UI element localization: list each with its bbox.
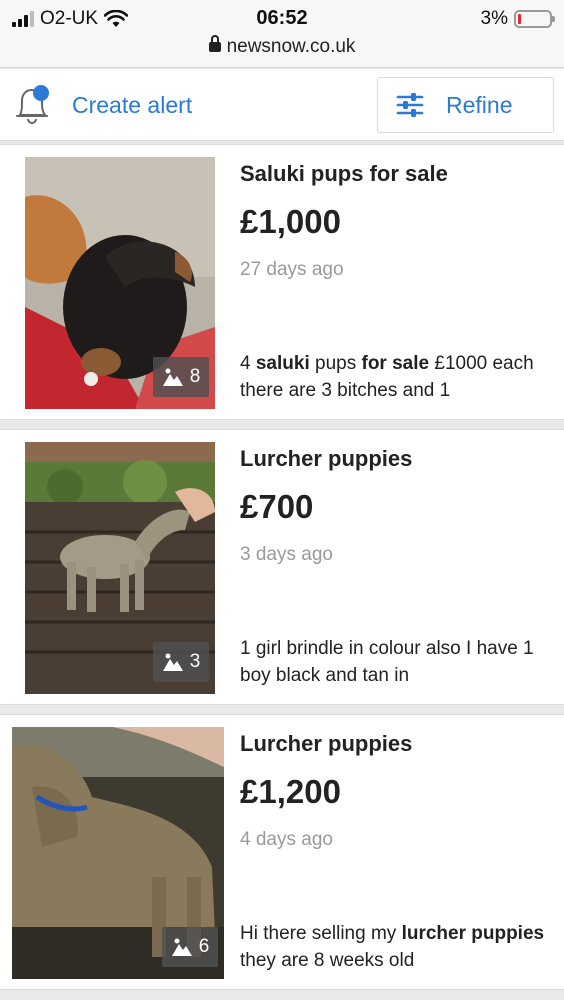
description-text: pups <box>309 353 362 374</box>
listing-description: 4 saluki pups for sale £1000 each there … <box>240 350 550 404</box>
results-toolbar: Create alert Refine <box>0 69 564 141</box>
highlighted-keyword: for sale <box>361 353 430 374</box>
address-bar[interactable]: newsnow.co.uk <box>0 35 564 58</box>
listing-photo[interactable]: 3 <box>25 442 215 694</box>
photo-count: 3 <box>189 651 201 672</box>
highlighted-keyword: lurcher puppies <box>401 923 545 944</box>
listing-description: 1 girl brindle in colour also I have 1 b… <box>240 635 550 689</box>
photo-count-badge: 3 <box>153 642 209 682</box>
description-text: Hi there selling my <box>240 923 402 944</box>
battery-icon <box>514 10 555 28</box>
image-icon <box>162 653 183 671</box>
create-alert-label: Create alert <box>72 91 193 118</box>
description-text: 4 <box>240 353 256 374</box>
clock: 06:52 <box>256 7 308 29</box>
bell-icon <box>16 85 49 124</box>
image-icon <box>171 938 192 956</box>
battery-percent: 3% <box>480 8 508 29</box>
listing-title[interactable]: Lurcher puppies <box>240 731 412 757</box>
url-text: newsnow.co.uk <box>226 36 356 57</box>
description-text: 1 girl brindle in colour also I have 1 b… <box>240 638 534 686</box>
highlighted-keyword: saluki <box>255 353 310 374</box>
lock-icon <box>208 35 221 52</box>
listing-price: £1,200 <box>240 773 341 810</box>
photo-count: 6 <box>198 936 210 957</box>
listing-card[interactable]: 3 Lurcher puppies £700 3 days ago 1 girl… <box>0 429 564 705</box>
listing-age: 3 days ago <box>240 544 333 565</box>
listing-title[interactable]: Lurcher puppies <box>240 446 412 472</box>
listing-title[interactable]: Saluki pups for sale <box>240 161 448 187</box>
photo-count: 8 <box>189 366 201 387</box>
photo-count-badge: 8 <box>153 357 209 397</box>
filter-sliders-icon <box>396 93 424 117</box>
listing-photo[interactable]: 6 <box>12 727 224 979</box>
status-bar: O2-UK 06:52 3% newsnow.co.uk <box>0 0 564 68</box>
listing-price: £700 <box>240 488 314 525</box>
refine-button[interactable]: Refine <box>377 77 554 133</box>
listing-card[interactable]: 6 Lurcher puppies £1,200 4 days ago Hi t… <box>0 714 564 990</box>
listing-age: 27 days ago <box>240 259 344 280</box>
listing-photo[interactable]: 8 <box>25 157 215 409</box>
battery-status: 3% <box>480 8 555 30</box>
listing-age: 4 days ago <box>240 829 333 850</box>
refine-label: Refine <box>446 91 513 118</box>
photo-count-badge: 6 <box>162 927 218 967</box>
create-alert-button[interactable]: Create alert <box>12 79 192 131</box>
listing-card[interactable]: 8 Saluki pups for sale £1,000 27 days ag… <box>0 144 564 420</box>
listing-description: Hi there selling my lurcher puppies they… <box>240 920 550 974</box>
description-text: they are 8 weeks old <box>240 950 415 971</box>
image-icon <box>162 368 183 386</box>
listing-price: £1,000 <box>240 203 341 240</box>
